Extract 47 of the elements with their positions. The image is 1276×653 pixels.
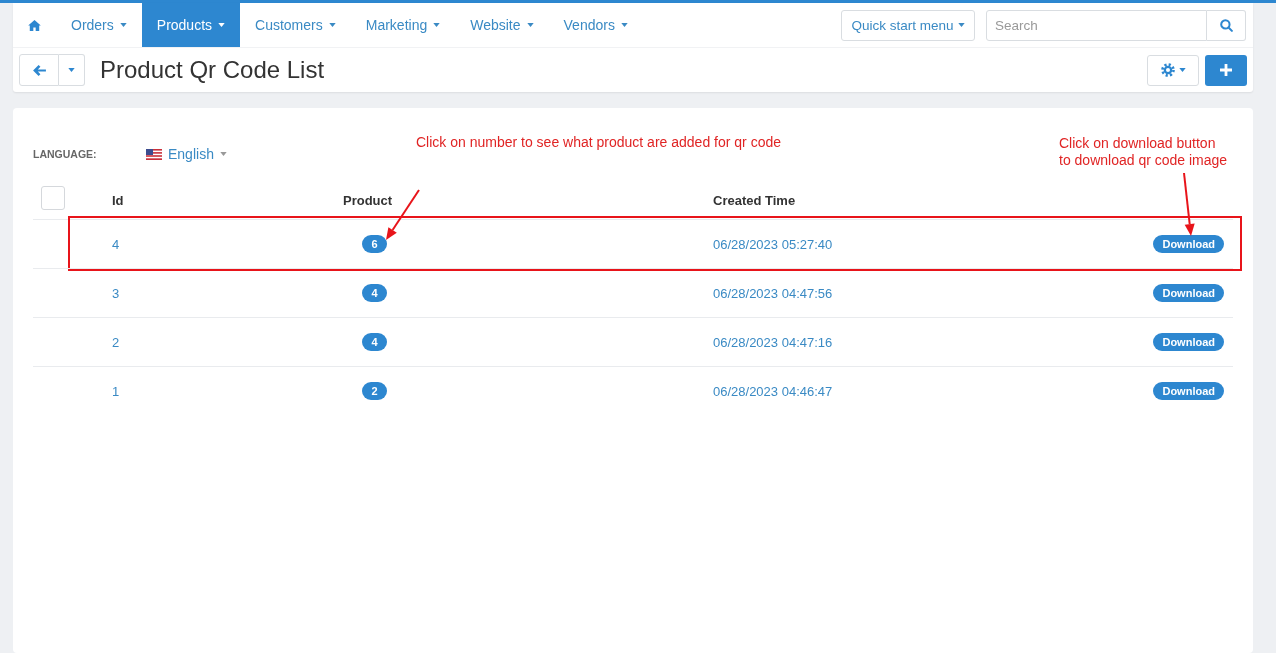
quick-start-button[interactable]: Quick start menu [841,9,975,41]
download-button[interactable]: Download [1153,382,1224,400]
language-dropdown[interactable]: English [146,146,227,162]
language-label: LANGUAGE: [33,148,98,160]
download-button[interactable]: Download [1153,284,1224,302]
search-icon [1219,18,1233,32]
back-button[interactable] [19,54,59,86]
created-time-link[interactable]: 06/28/2023 05:27:40 [713,236,833,252]
created-time-link[interactable]: 06/28/2023 04:47:16 [713,334,833,350]
nav-tab[interactable]: Orders [56,3,142,47]
product-count-badge[interactable]: 4 [362,333,387,351]
column-header: Id [112,192,124,208]
nav-tab[interactable]: Products [141,3,241,47]
annotation-arrow [1183,172,1195,236]
download-button[interactable]: Download [1153,235,1224,253]
plus-icon [1220,64,1232,76]
nav-tab[interactable]: Marketing [350,3,456,47]
created-time-link[interactable]: 06/28/2023 04:47:56 [713,285,833,301]
product-count-badge[interactable]: 2 [362,382,387,400]
add-button[interactable] [1205,54,1247,86]
created-time-link[interactable]: 06/28/2023 04:46:47 [713,383,833,399]
search-field[interactable]: Search [986,9,1207,41]
gear-icon [1160,63,1175,77]
row-id-link[interactable]: 3 [112,285,120,301]
caret-icon [219,152,227,156]
product-count-badge[interactable]: 4 [362,284,387,302]
row-id-link[interactable]: 1 [112,383,120,399]
search-button[interactable] [1207,9,1246,41]
column-header: Created Time [713,192,796,208]
arrow-left-icon [32,64,46,76]
nav-tab[interactable]: Vendors [548,3,643,47]
settings-button[interactable] [1147,54,1199,86]
flag-icon [146,148,162,160]
row-id-link[interactable]: 4 [112,236,120,252]
nav-tab[interactable]: Website [455,3,549,47]
caret-icon [68,68,75,72]
select-all-checkbox[interactable] [41,186,65,210]
annotation-text: Click on number to see what product are added for qr code [416,134,781,151]
product-count-badge[interactable]: 6 [362,235,387,253]
annotation-text: Click on download button to download qr code image [1059,135,1228,169]
page-title: Product Qr Code List [100,56,325,84]
download-button[interactable]: Download [1153,333,1224,351]
nav-tab[interactable]: Customers [240,3,351,47]
column-header: Product [343,192,393,208]
row-id-link[interactable]: 2 [112,334,120,350]
caret-icon [1178,68,1186,72]
home-icon[interactable] [28,19,41,31]
